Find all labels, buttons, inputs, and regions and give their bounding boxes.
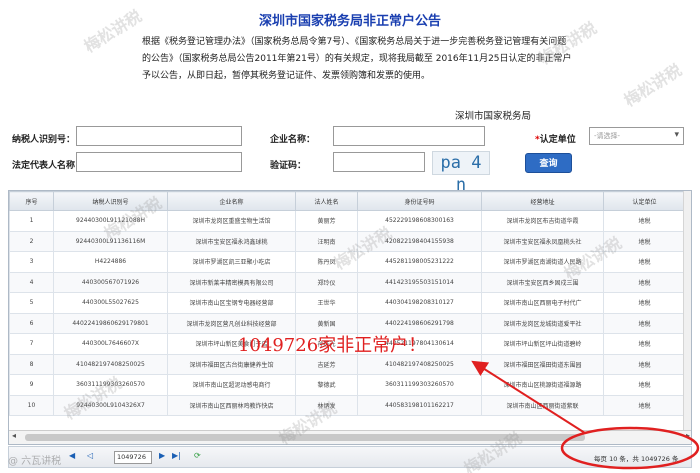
- annotation-arrow: [471, 360, 586, 434]
- footer-watermark: @ 六瓦讲税: [8, 456, 62, 467]
- highlight-circle: [560, 426, 700, 470]
